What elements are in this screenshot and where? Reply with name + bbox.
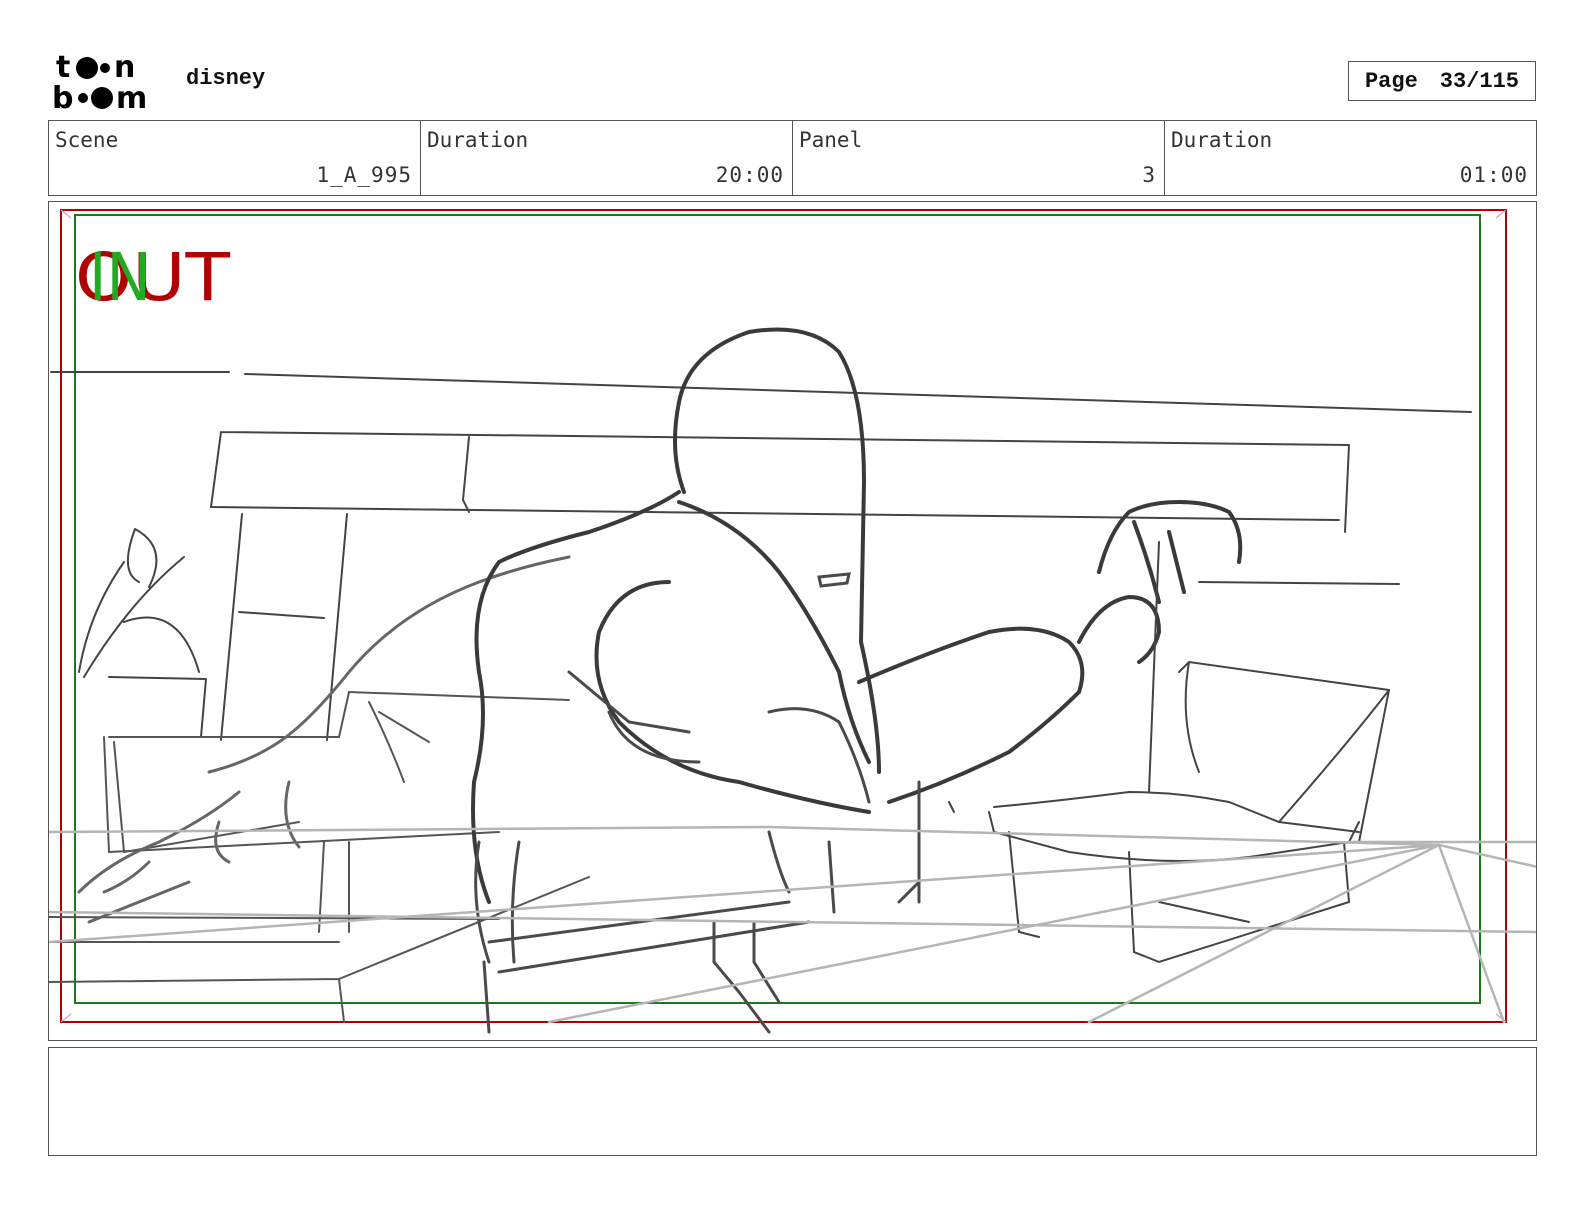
page-indicator: Page 33/115 xyxy=(1348,61,1536,101)
svg-text:t: t xyxy=(56,50,70,85)
scene-duration-value: 20:00 xyxy=(715,163,784,187)
scene-cell: Scene 1_A_995 xyxy=(49,121,421,195)
svg-text:n: n xyxy=(114,50,135,85)
scene-duration-cell: Duration 20:00 xyxy=(421,121,793,195)
scene-info-table: Scene 1_A_995 Duration 20:00 Panel 3 Dur… xyxy=(48,120,1537,196)
storyboard-panel: OUT IN xyxy=(48,201,1537,1041)
svg-text:b: b xyxy=(52,81,73,112)
in-mark: IN xyxy=(89,239,151,316)
camera-frame xyxy=(60,209,1507,1023)
title-safe-frame xyxy=(74,214,1481,1004)
panel-value: 3 xyxy=(1142,163,1156,187)
panel-sketch: OUT IN xyxy=(49,209,1536,1034)
panel-cell: Panel 3 xyxy=(793,121,1165,195)
page-number: 33/115 xyxy=(1439,68,1520,94)
panel-duration-label: Duration xyxy=(1171,128,1273,152)
panel-notes xyxy=(48,1047,1537,1156)
toonboom-logo-icon: t n b m xyxy=(52,50,147,112)
panel-duration-cell: Duration 01:00 xyxy=(1165,121,1536,195)
scene-value: 1_A_995 xyxy=(316,163,412,187)
project-name: disney xyxy=(186,66,266,91)
panel-duration-value: 01:00 xyxy=(1459,163,1528,187)
page-label: Page xyxy=(1364,68,1418,94)
svg-text:m: m xyxy=(116,81,147,112)
panel-label: Panel xyxy=(799,128,863,152)
scene-duration-label: Duration xyxy=(427,128,529,152)
scene-label: Scene xyxy=(55,128,119,152)
